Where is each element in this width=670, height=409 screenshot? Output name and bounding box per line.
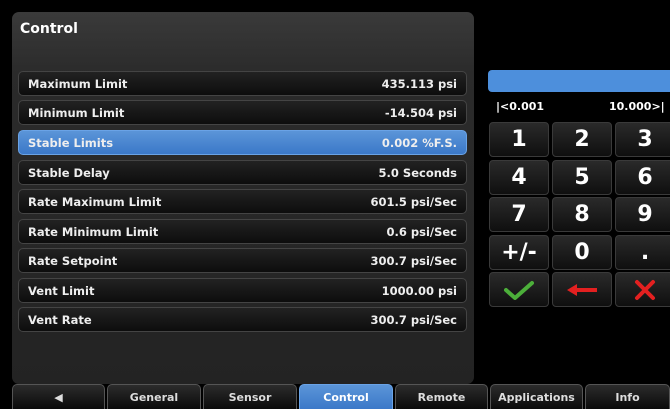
row-value: 300.7 psi/Sec bbox=[370, 253, 458, 268]
key-7[interactable]: 7 bbox=[489, 197, 549, 232]
back-arrow-icon: ◀ bbox=[54, 390, 63, 404]
row-rate-setpoint[interactable]: Rate Setpoint 300.7 psi/Sec bbox=[18, 248, 467, 273]
row-value: 5.0 Seconds bbox=[378, 165, 457, 180]
left-arrow-icon bbox=[567, 283, 597, 296]
row-value: 435.113 psi bbox=[381, 76, 457, 91]
row-value: 1000.00 psi bbox=[381, 283, 457, 298]
key-3[interactable]: 3 bbox=[615, 122, 670, 157]
check-icon bbox=[504, 280, 534, 300]
row-minimum-limit[interactable]: Minimum Limit -14.504 psi bbox=[18, 100, 467, 125]
tab-sensor[interactable]: Sensor bbox=[203, 384, 297, 409]
numeric-entry-field[interactable] bbox=[488, 70, 670, 92]
panel-title: Control bbox=[20, 21, 78, 37]
x-icon bbox=[635, 279, 655, 300]
row-vent-rate[interactable]: Vent Rate 300.7 psi/Sec bbox=[18, 307, 467, 332]
back-tab-button[interactable]: ◀ bbox=[12, 384, 105, 409]
key-5[interactable]: 5 bbox=[552, 160, 612, 195]
row-label: Rate Maximum Limit bbox=[28, 194, 162, 209]
row-label: Rate Setpoint bbox=[28, 253, 118, 268]
key-plus-minus[interactable]: +/- bbox=[489, 235, 549, 270]
key-9[interactable]: 9 bbox=[615, 197, 670, 232]
row-label: Minimum Limit bbox=[28, 105, 125, 120]
row-value: -14.504 psi bbox=[384, 105, 457, 120]
row-maximum-limit[interactable]: Maximum Limit 435.113 psi bbox=[18, 71, 467, 96]
cancel-button[interactable] bbox=[615, 272, 670, 307]
key-8[interactable]: 8 bbox=[552, 197, 612, 232]
tab-info[interactable]: Info bbox=[585, 384, 670, 409]
row-label: Stable Delay bbox=[28, 165, 110, 180]
key-decimal[interactable]: . bbox=[615, 235, 670, 270]
row-label: Maximum Limit bbox=[28, 76, 128, 91]
key-1[interactable]: 1 bbox=[489, 122, 549, 157]
row-label: Rate Minimum Limit bbox=[28, 224, 159, 239]
range-max-label: 10.000>| bbox=[609, 100, 665, 113]
row-value: 300.7 psi/Sec bbox=[370, 312, 458, 327]
accept-button[interactable] bbox=[489, 272, 549, 307]
key-4[interactable]: 4 bbox=[489, 160, 549, 195]
row-rate-minimum-limit[interactable]: Rate Minimum Limit 0.6 psi/Sec bbox=[18, 219, 467, 244]
control-panel: Control Maximum Limit 435.113 psi Minimu… bbox=[12, 12, 474, 384]
range-min-label: |<0.001 bbox=[496, 100, 545, 113]
tab-applications[interactable]: Applications bbox=[490, 384, 583, 409]
row-label: Vent Rate bbox=[28, 312, 92, 327]
row-vent-limit[interactable]: Vent Limit 1000.00 psi bbox=[18, 278, 467, 303]
row-rate-maximum-limit[interactable]: Rate Maximum Limit 601.5 psi/Sec bbox=[18, 189, 467, 214]
row-value: 601.5 psi/Sec bbox=[370, 194, 458, 209]
row-stable-limits[interactable]: Stable Limits 0.002 %F.S. bbox=[18, 130, 467, 155]
backspace-button[interactable] bbox=[552, 272, 612, 307]
row-label: Vent Limit bbox=[28, 283, 95, 298]
row-value: 0.002 %F.S. bbox=[381, 135, 457, 150]
key-2[interactable]: 2 bbox=[552, 122, 612, 157]
tab-control[interactable]: Control bbox=[299, 384, 393, 409]
tab-general[interactable]: General bbox=[107, 384, 201, 409]
key-0[interactable]: 0 bbox=[552, 235, 612, 270]
key-6[interactable]: 6 bbox=[615, 160, 670, 195]
row-value: 0.6 psi/Sec bbox=[386, 224, 458, 239]
row-stable-delay[interactable]: Stable Delay 5.0 Seconds bbox=[18, 160, 467, 185]
tab-remote[interactable]: Remote bbox=[395, 384, 488, 409]
row-label: Stable Limits bbox=[28, 135, 114, 150]
